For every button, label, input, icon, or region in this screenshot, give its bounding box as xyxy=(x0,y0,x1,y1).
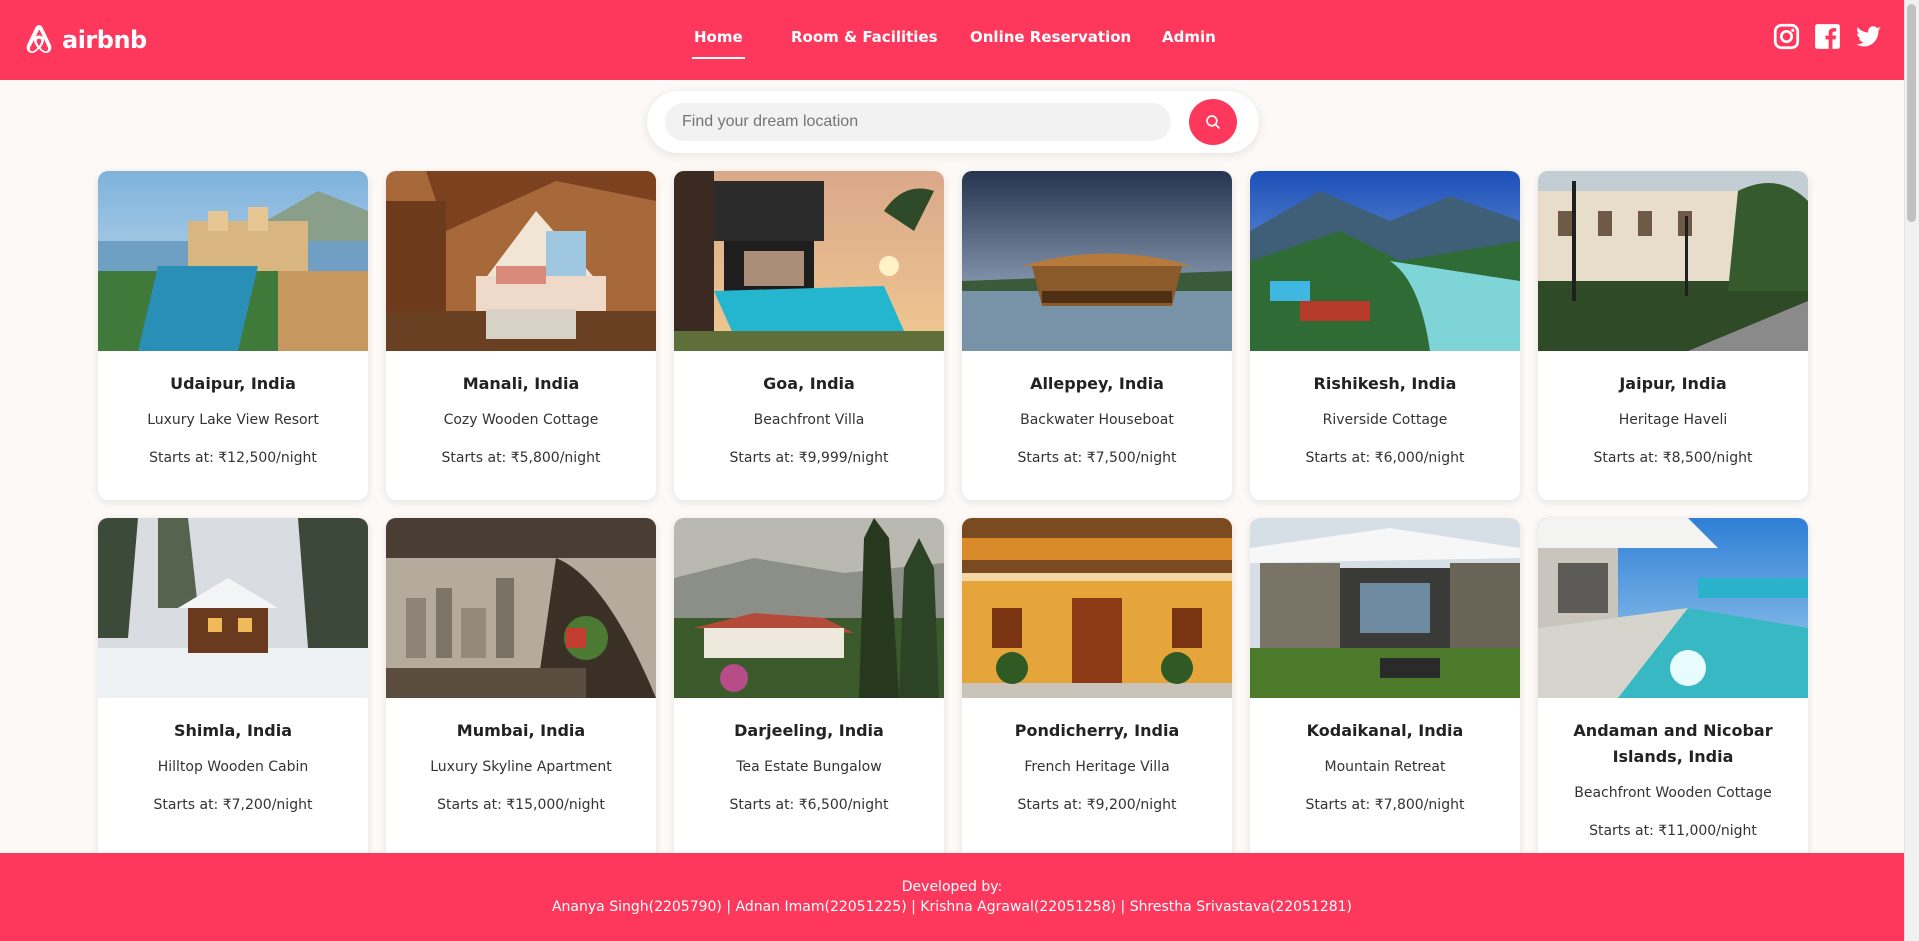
listing-price: Starts at: ₹5,800/night xyxy=(441,450,601,466)
listing-price: Starts at: ₹9,999/night xyxy=(729,450,889,466)
footer-credits: Ananya Singh(2205790) | Adnan Imam(22051… xyxy=(551,899,1353,915)
listing-price: Starts at: ₹9,200/night xyxy=(1017,797,1177,813)
listing-title: Manali, India xyxy=(462,374,580,393)
listing-title: Mumbai, India xyxy=(456,721,586,740)
facebook-icon[interactable] xyxy=(1814,23,1841,50)
listing-card-mumbai[interactable]: Mumbai, India Luxury Skyline Apartment S… xyxy=(386,518,656,878)
listing-card-rishikesh[interactable]: Rishikesh, India Riverside Cottage Start… xyxy=(1250,171,1520,500)
listing-card-darjeeling[interactable]: Darjeeling, India Tea Estate Bungalow St… xyxy=(674,518,944,878)
instagram-icon[interactable] xyxy=(1773,23,1800,50)
listing-card-manali[interactable]: Manali, India Cozy Wooden Cottage Starts… xyxy=(386,171,656,500)
listing-subtitle: Luxury Skyline Apartment xyxy=(430,759,612,775)
listing-photo-rishikesh xyxy=(1250,171,1520,351)
nav-online-reservation[interactable]: Online Reservation xyxy=(970,28,1131,46)
social-links xyxy=(1773,23,1882,50)
listing-photo-darjeeling xyxy=(674,518,944,698)
nav-admin[interactable]: Admin xyxy=(1162,28,1216,46)
page-scrollbar[interactable] xyxy=(1904,0,1919,941)
listing-title: Rishikesh, India xyxy=(1313,374,1457,393)
listing-price: Starts at: ₹12,500/night xyxy=(149,450,317,466)
listing-title: Pondicherry, India xyxy=(1014,721,1180,740)
listing-subtitle: Beachfront Villa xyxy=(753,412,865,428)
search-icon xyxy=(1206,115,1220,129)
search-button[interactable] xyxy=(1189,99,1237,145)
listing-subtitle: Mountain Retreat xyxy=(1324,759,1446,775)
listing-subtitle: Beachfront Wooden Cottage xyxy=(1574,785,1772,801)
listing-title: Udaipur, India xyxy=(170,374,296,393)
listing-subtitle: Backwater Houseboat xyxy=(1020,412,1174,428)
listing-title: Andaman and Nicobar Islands, India xyxy=(1573,721,1773,766)
listing-title: Jaipur, India xyxy=(1619,374,1727,393)
listing-subtitle: Cozy Wooden Cottage xyxy=(443,412,599,428)
search-bar xyxy=(647,91,1259,153)
listing-price: Starts at: ₹8,500/night xyxy=(1593,450,1753,466)
listing-card-jaipur[interactable]: Jaipur, India Heritage Haveli Starts at:… xyxy=(1538,171,1808,500)
listing-price: Starts at: ₹6,500/night xyxy=(729,797,889,813)
footer-heading: Developed by: xyxy=(901,879,1003,895)
listing-photo-shimla xyxy=(98,518,368,698)
listing-photo-mumbai xyxy=(386,518,656,698)
footer: Developed by: Ananya Singh(2205790) | Ad… xyxy=(0,853,1904,941)
listing-title: Alleppey, India xyxy=(1030,374,1164,393)
listing-subtitle: French Heritage Villa xyxy=(1024,759,1170,775)
listing-subtitle: Tea Estate Bungalow xyxy=(736,759,882,775)
listing-card-pondicherry[interactable]: Pondicherry, India French Heritage Villa… xyxy=(962,518,1232,878)
listing-price: Starts at: ₹7,500/night xyxy=(1017,450,1177,466)
listing-photo-jaipur xyxy=(1538,171,1808,351)
listing-subtitle: Heritage Haveli xyxy=(1618,412,1728,428)
listing-card-shimla[interactable]: Shimla, India Hilltop Wooden Cabin Start… xyxy=(98,518,368,878)
listing-subtitle: Luxury Lake View Resort xyxy=(147,412,319,428)
listing-title: Goa, India xyxy=(763,374,855,393)
nav-home[interactable]: Home xyxy=(692,28,745,59)
listing-price: Starts at: ₹6,000/night xyxy=(1305,450,1465,466)
listing-card-udaipur[interactable]: Udaipur, India Luxury Lake View Resort S… xyxy=(98,171,368,500)
listing-card-kodaikanal[interactable]: Kodaikanal, India Mountain Retreat Start… xyxy=(1250,518,1520,878)
main-nav: Home Room & Facilities Online Reservatio… xyxy=(0,0,1904,80)
listing-photo-goa xyxy=(674,171,944,351)
listing-subtitle: Hilltop Wooden Cabin xyxy=(157,759,309,775)
search-input[interactable] xyxy=(665,103,1171,141)
scrollbar-thumb[interactable] xyxy=(1907,4,1916,222)
listing-title: Darjeeling, India xyxy=(734,721,884,740)
listing-price: Starts at: ₹7,800/night xyxy=(1305,797,1465,813)
listing-photo-udaipur xyxy=(98,171,368,351)
listing-card-andaman[interactable]: Andaman and Nicobar Islands, India Beach… xyxy=(1538,518,1808,878)
listing-price: Starts at: ₹15,000/night xyxy=(437,797,605,813)
listing-photo-pondicherry xyxy=(962,518,1232,698)
listing-title: Kodaikanal, India xyxy=(1306,721,1464,740)
listing-photo-kodaikanal xyxy=(1250,518,1520,698)
listing-subtitle: Riverside Cottage xyxy=(1322,412,1448,428)
twitter-icon[interactable] xyxy=(1855,23,1882,50)
nav-room-facilities[interactable]: Room & Facilities xyxy=(791,28,938,46)
listing-card-goa[interactable]: Goa, India Beachfront Villa Starts at: ₹… xyxy=(674,171,944,500)
listing-price: Starts at: ₹11,000/night xyxy=(1589,823,1757,839)
listing-title: Shimla, India xyxy=(173,721,293,740)
listing-photo-alleppey xyxy=(962,171,1232,351)
listing-photo-andaman xyxy=(1538,518,1808,698)
listing-price: Starts at: ₹7,200/night xyxy=(153,797,313,813)
top-navbar: airbnb Home Room & Facilities Online Res… xyxy=(0,0,1904,80)
listing-photo-manali xyxy=(386,171,656,351)
listing-card-alleppey[interactable]: Alleppey, India Backwater Houseboat Star… xyxy=(962,171,1232,500)
